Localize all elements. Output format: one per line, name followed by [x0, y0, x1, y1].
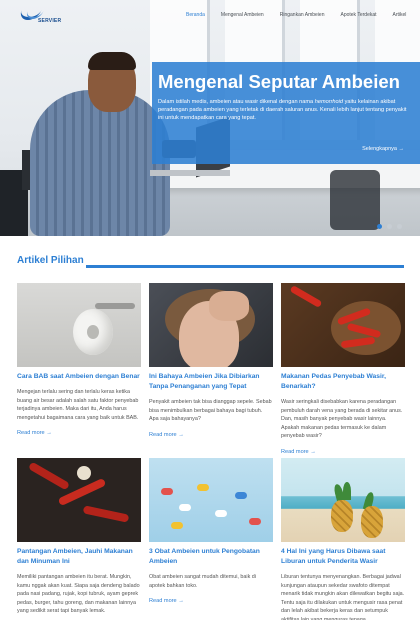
article-card: 4 Hal Ini yang Harus Dibawa saat Liburan… [281, 458, 405, 620]
nav-artikel[interactable]: Artikel [393, 12, 407, 18]
article-excerpt: Liburan tentunya menyenangkan. Berbagai … [281, 574, 405, 620]
article-title[interactable]: Pantangan Ambeien, Jauhi Makanan dan Min… [17, 547, 141, 567]
pill-image [215, 510, 227, 517]
article-title[interactable]: Cara BAB saat Ambeien dengan Benar [17, 372, 141, 382]
pill-image [171, 522, 183, 529]
article-read-more[interactable]: Read more → [17, 430, 141, 436]
article-read-more[interactable]: Read more → [281, 449, 405, 455]
pill-image [235, 492, 247, 499]
article-thumbnail[interactable] [149, 458, 273, 542]
section-divider [86, 265, 404, 268]
carousel-dot-3[interactable] [397, 224, 402, 229]
pill-image [249, 518, 261, 525]
logo-text: SERVIER [38, 18, 62, 24]
article-card: Cara BAB saat Ambeien dengan Benar Menge… [17, 283, 141, 436]
article-card: Ini Bahaya Ambeien Jika Dibiarkan Tanpa … [149, 283, 273, 438]
nav-mengenal-ambeien[interactable]: Mengenal Ambeien [221, 12, 264, 18]
main-nav: Beranda Mengenal Ambeien Ringankan Ambei… [186, 12, 406, 18]
nav-ringankan-ambeien[interactable]: Ringankan Ambeien [280, 12, 325, 18]
article-title[interactable]: Ini Bahaya Ambeien Jika Dibiarkan Tanpa … [149, 372, 273, 392]
roll-holder [95, 303, 135, 309]
chili-image [27, 461, 71, 491]
article-thumbnail[interactable] [149, 283, 273, 367]
article-card: Pantangan Ambeien, Jauhi Makanan dan Min… [17, 458, 141, 616]
hero-body: Dalam istilah medis, ambeien atau wasir … [158, 99, 407, 121]
servier-logo[interactable]: SERVIER [17, 8, 64, 26]
chili-image [82, 505, 130, 523]
article-title[interactable]: 4 Hal Ini yang Harus Dibawa saat Liburan… [281, 547, 405, 567]
pineapple-image [361, 506, 383, 538]
article-excerpt: Obat ambeien sangat mudah ditemui, baik … [149, 574, 256, 589]
section-title: Artikel Pilihan [17, 255, 84, 266]
hero-read-more-link[interactable]: Selengkapnya → [362, 146, 404, 152]
carousel-dot-1[interactable] [377, 224, 382, 229]
carousel-dot-2[interactable] [387, 224, 392, 229]
article-thumbnail[interactable] [281, 283, 405, 367]
article-title[interactable]: Makanan Pedas Penyebab Wasir, Benarkah? [281, 372, 405, 392]
pineapple-image [331, 500, 353, 532]
nav-beranda[interactable]: Beranda [186, 12, 205, 18]
hero-man-body [30, 90, 170, 236]
article-card: Makanan Pedas Penyebab Wasir, Benarkah? … [281, 283, 405, 455]
pill-image [161, 488, 173, 495]
article-excerpt: Memiliki pantangan ambeien itu berat. Mu… [17, 574, 140, 614]
roll-core [87, 325, 99, 339]
article-thumbnail[interactable] [281, 458, 405, 542]
article-card: 3 Obat Ambeien untuk Pengobatan Ambeien … [149, 458, 273, 604]
article-excerpt: Mengejan terlalu sering dan terlalu kera… [17, 389, 139, 421]
hero-man-hair [88, 52, 136, 70]
woman-hand [209, 291, 249, 321]
pill-image [197, 484, 209, 491]
hero-laptop-base [150, 170, 230, 176]
article-excerpt: Wasir seringkali disebabkan karena perad… [281, 399, 403, 439]
article-title[interactable]: 3 Obat Ambeien untuk Pengobatan Ambeien [149, 547, 273, 567]
hero-chair [330, 170, 380, 230]
hero-title: Mengenal Seputar Ambeien [158, 71, 400, 92]
pill-image [179, 504, 191, 511]
hero-overlay: Mengenal Seputar Ambeien Dalam istilah m… [152, 62, 420, 164]
carousel-dots [377, 224, 402, 229]
chili-image [289, 284, 323, 309]
article-thumbnail[interactable] [17, 283, 141, 367]
hero-body-term: hemorrhoid [314, 99, 344, 105]
nav-apotek-terdekat[interactable]: Apotek Terdekat [340, 12, 376, 18]
article-read-more[interactable]: Read more → [149, 598, 273, 604]
garlic-image [77, 466, 91, 480]
pineapple-leaf [343, 482, 351, 500]
article-thumbnail[interactable] [17, 458, 141, 542]
article-excerpt: Penyakit ambeien tak bisa dianggap sepel… [149, 399, 272, 422]
article-read-more[interactable]: Read more → [149, 432, 273, 438]
